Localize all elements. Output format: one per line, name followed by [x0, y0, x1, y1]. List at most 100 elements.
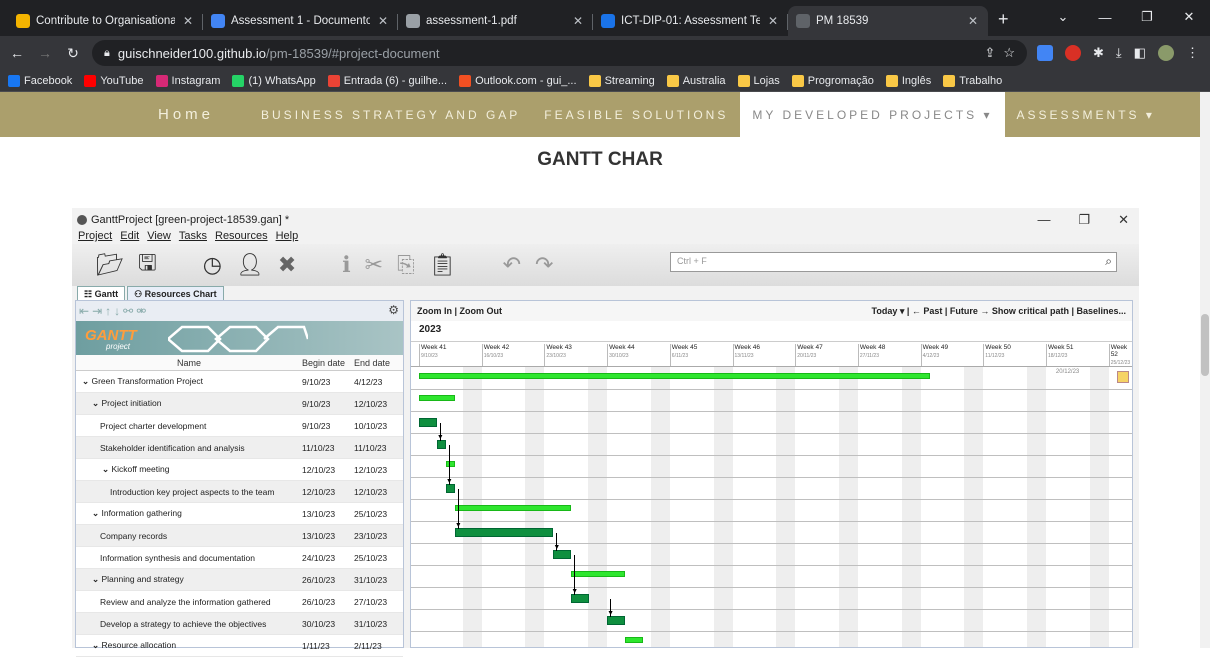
nav-my-developed-projects[interactable]: MY DEVELOPED PROJECTS ▾: [740, 92, 1005, 137]
open-folder-icon[interactable]: 📂︎: [96, 252, 124, 278]
page-scrollbar[interactable]: [1200, 92, 1210, 648]
translate-extension-icon[interactable]: [1037, 45, 1053, 61]
summary-task-bar[interactable]: [454, 505, 572, 511]
menu-item[interactable]: Help: [276, 230, 299, 242]
back-button[interactable]: ←: [8, 45, 26, 61]
nav-business-strategy[interactable]: BUSINESS STRATEGY AND GAP: [249, 92, 532, 137]
menu-item[interactable]: View: [147, 230, 171, 242]
menu-item[interactable]: Resources: [215, 230, 268, 242]
scrollbar-thumb[interactable]: [1201, 314, 1209, 376]
menu-item[interactable]: Tasks: [179, 230, 207, 242]
task-row[interactable]: Introduction key project aspects to the …: [76, 481, 403, 503]
bookmark-item[interactable]: Inglês: [885, 74, 931, 87]
task-row[interactable]: Project charter development 9/10/23 10/10/…: [76, 415, 403, 437]
task-row[interactable]: Company records 13/10/23 23/10/23: [76, 525, 403, 547]
bookmark-item[interactable]: YouTube: [84, 74, 144, 87]
user-icon[interactable]: 👤︎: [236, 252, 264, 278]
bookmark-star-icon[interactable]: ☆: [1003, 45, 1015, 61]
tab-close-icon[interactable]: ✕: [181, 14, 195, 28]
move-down-icon[interactable]: ↓: [114, 304, 120, 318]
task-row[interactable]: Information synthesis and documentation 2…: [76, 547, 403, 569]
url-bar[interactable]: 🔒︎ guischneider100.github.io/pm-18539/#p…: [92, 40, 1027, 66]
task-bar[interactable]: [436, 440, 446, 449]
task-bar[interactable]: [454, 528, 554, 537]
profile-avatar[interactable]: [1157, 45, 1174, 61]
cut-icon[interactable]: ✂: [365, 252, 383, 278]
nav-assessments[interactable]: ASSESSMENTS ▾: [1005, 92, 1167, 137]
menu-item[interactable]: Edit: [120, 230, 139, 242]
tab-close-icon[interactable]: ✕: [966, 14, 980, 28]
app-search-input[interactable]: Ctrl + F ⌕: [670, 252, 1117, 272]
new-tab-button[interactable]: +: [988, 9, 1019, 36]
bookmark-item[interactable]: Outlook.com - gui_...: [459, 74, 577, 87]
app-minimize-icon[interactable]: —: [1037, 212, 1050, 228]
note-icon[interactable]: [1116, 371, 1129, 383]
bookmark-item[interactable]: Trabalho: [943, 74, 1002, 87]
zoom-controls[interactable]: Zoom In | Zoom Out: [417, 306, 502, 316]
copy-icon[interactable]: ⎘: [397, 252, 415, 278]
task-row[interactable]: ⌄ Green Transformation Project 9/10/23 4/1…: [76, 371, 403, 393]
summary-task-bar[interactable]: [419, 395, 455, 401]
paste-icon[interactable]: 📋︎: [429, 252, 457, 278]
save-icon[interactable]: 🖫: [138, 246, 157, 284]
download-icon[interactable]: ⤓: [1116, 45, 1122, 61]
browser-tab[interactable]: ICT-DIP-01: Assessment Templat ✕: [593, 6, 788, 36]
col-name[interactable]: Name: [76, 358, 302, 370]
app-restore-icon[interactable]: ❐: [1078, 212, 1090, 228]
info-icon[interactable]: ℹ: [342, 252, 350, 278]
task-row[interactable]: Stakeholder identification and analysis 1…: [76, 437, 403, 459]
undo-icon[interactable]: ↶: [503, 252, 521, 278]
summary-task-bar[interactable]: [571, 571, 625, 577]
clock-icon[interactable]: ◷: [203, 252, 222, 278]
restore-button[interactable]: ❐: [1126, 0, 1168, 34]
bookmark-item[interactable]: Entrada (6) - guilhe...: [327, 74, 447, 87]
gear-icon[interactable]: ⚙: [388, 303, 399, 317]
bookmark-item[interactable]: Streaming: [588, 74, 655, 87]
bookmark-item[interactable]: Australia: [666, 74, 726, 87]
bookmark-item[interactable]: Lojas: [737, 74, 780, 87]
bookmark-item[interactable]: Instagram: [155, 74, 220, 87]
task-row[interactable]: ⌄ Resource allocation 1/11/23 2/11/23: [76, 635, 403, 657]
unlink-icon[interactable]: ⚮: [136, 304, 146, 318]
close-window-button[interactable]: ✕: [1168, 0, 1210, 34]
bookmark-item[interactable]: Facebook: [8, 74, 72, 87]
share-icon[interactable]: ⇪: [984, 45, 995, 61]
browser-menu-icon[interactable]: ⋮: [1186, 45, 1199, 61]
col-end[interactable]: End date: [354, 358, 402, 370]
task-row[interactable]: ⌄ Project initiation 9/10/23 12/10/23: [76, 393, 403, 415]
task-row[interactable]: Review and analyze the information gathe…: [76, 591, 403, 613]
summary-task-bar[interactable]: [625, 637, 643, 643]
bookmark-item[interactable]: Progromação: [791, 74, 874, 87]
browser-tab[interactable]: PM 18539 ✕: [788, 6, 988, 36]
timeline-controls[interactable]: Today ▾ | ← Past | Future → Show critica…: [872, 306, 1126, 317]
nav-feasible-solutions[interactable]: FEASIBLE SOLUTIONS: [532, 92, 740, 137]
summary-task-bar[interactable]: [419, 373, 930, 379]
link-icon[interactable]: ⚯: [123, 304, 133, 318]
nav-home[interactable]: Home: [0, 92, 249, 137]
browser-tab[interactable]: Assessment 1 - Documentos Go ✕: [203, 6, 398, 36]
delete-icon[interactable]: ✖: [278, 252, 296, 278]
reload-button[interactable]: ↻: [64, 45, 82, 62]
side-panel-icon[interactable]: ◧: [1134, 45, 1146, 61]
forward-button[interactable]: →: [36, 45, 54, 61]
task-row[interactable]: ⌄ Kickoff meeting 12/10/23 12/10/23: [76, 459, 403, 481]
task-bar[interactable]: [419, 418, 437, 427]
summary-task-bar[interactable]: [445, 461, 455, 467]
minimize-button[interactable]: —: [1084, 0, 1126, 34]
outdent-icon[interactable]: ⇤: [79, 304, 89, 318]
indent-icon[interactable]: ⇥: [92, 304, 102, 318]
browser-tab[interactable]: Contribute to Organisational Pr ✕: [8, 6, 203, 36]
bookmark-item[interactable]: (1) WhatsApp: [232, 74, 316, 87]
menu-item[interactable]: Project: [78, 230, 112, 242]
task-bar[interactable]: [571, 594, 590, 603]
redo-icon[interactable]: ↷: [535, 252, 553, 278]
tab-search-icon[interactable]: ⌄: [1042, 0, 1084, 34]
task-bar[interactable]: [607, 616, 625, 625]
move-up-icon[interactable]: ↑: [105, 304, 111, 318]
task-row[interactable]: ⌄ Planning and strategy 26/10/23 31/10/23: [76, 569, 403, 591]
task-bar[interactable]: [553, 550, 572, 559]
task-row[interactable]: ⌄ Information gathering 13/10/23 25/10/23: [76, 503, 403, 525]
puzzle-extensions-icon[interactable]: ✱: [1093, 45, 1104, 61]
browser-tab[interactable]: assessment-1.pdf ✕: [398, 6, 593, 36]
tab-close-icon[interactable]: ✕: [376, 14, 390, 28]
